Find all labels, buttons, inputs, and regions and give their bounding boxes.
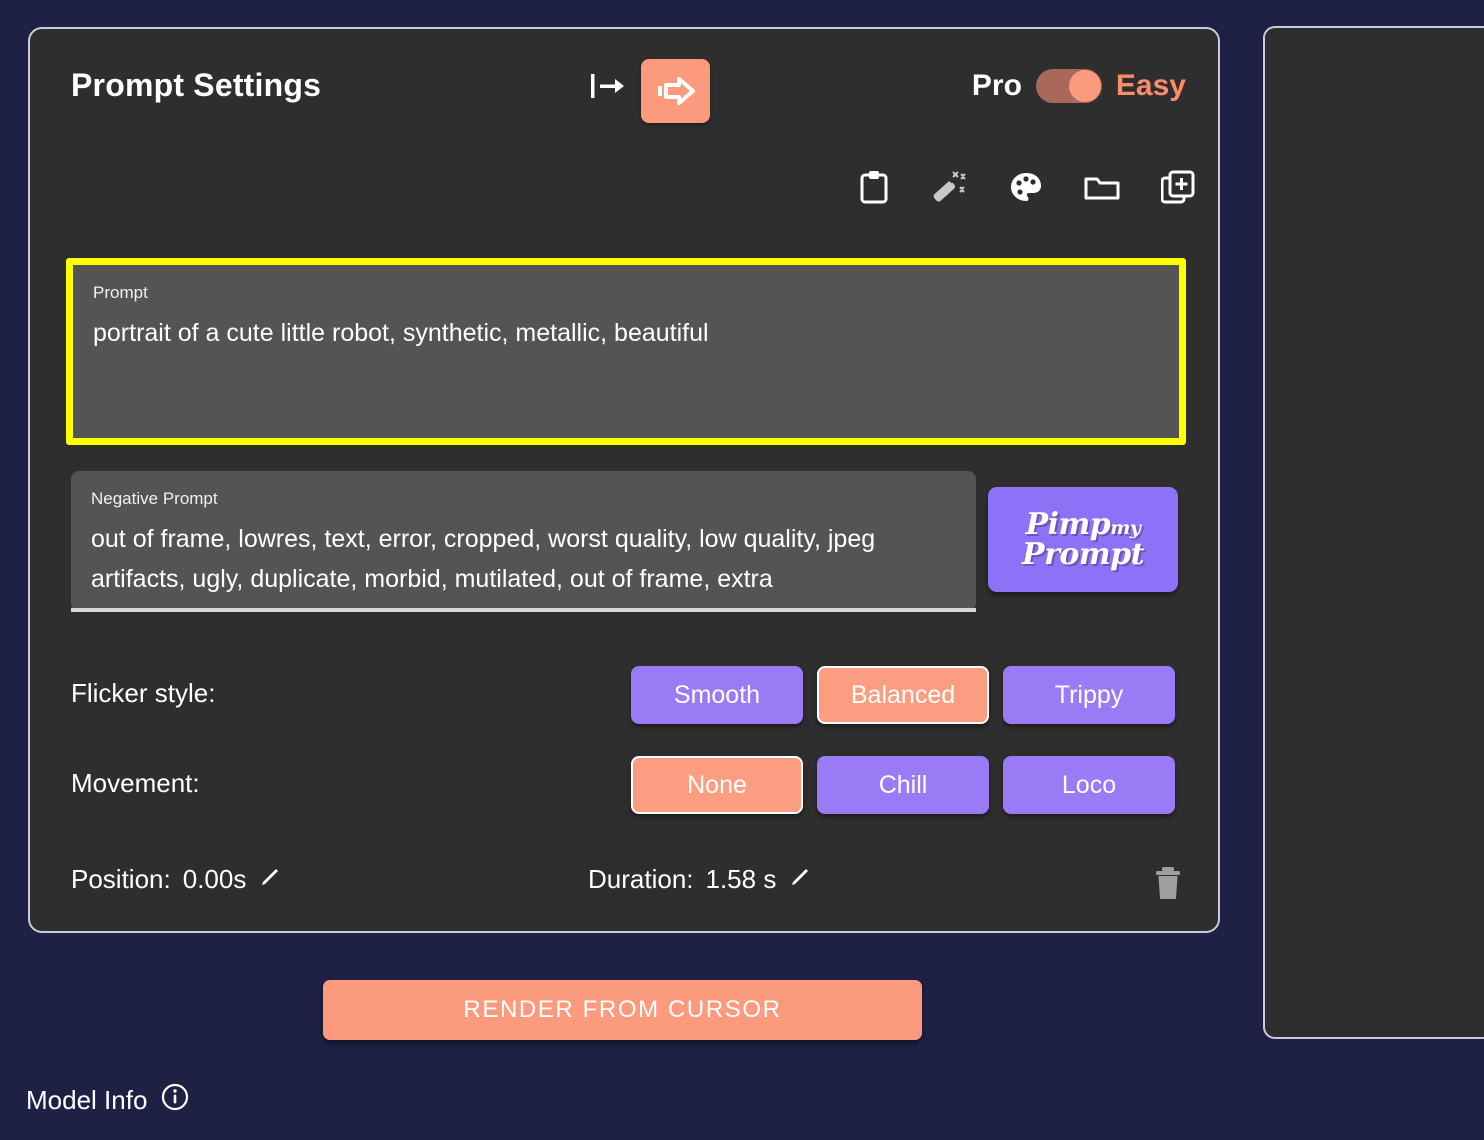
position-edit-icon[interactable] (258, 865, 282, 895)
toggle-knob (1068, 70, 1101, 102)
prompt-settings-panel: Prompt Settings Pro Easy Prompt portrait… (28, 27, 1220, 933)
mode-toggle-switch[interactable] (1035, 69, 1102, 103)
clipboard-icon[interactable] (856, 169, 892, 205)
pimp-small: my (1110, 516, 1141, 539)
duration-edit-icon[interactable] (788, 865, 812, 895)
flicker-style-row: Flicker style: Smooth Balanced Trippy (71, 666, 1191, 726)
position-group: Position: 0.00s (71, 864, 282, 895)
position-value: 0.00s (182, 864, 247, 894)
prompt-label: Prompt (93, 283, 148, 302)
panel-header: Prompt Settings Pro Easy (30, 29, 1218, 149)
render-arrow-button[interactable] (641, 59, 710, 123)
pimp-my-prompt-button[interactable]: Pimpmy Prompt (988, 487, 1178, 592)
position-label: Position: (71, 864, 171, 894)
app-root: Prompt Settings Pro Easy Prompt portrait… (0, 0, 1484, 1140)
flicker-option-smooth[interactable]: Smooth (631, 666, 803, 724)
negative-prompt-input[interactable]: Negative Prompt out of frame, lowres, te… (71, 471, 976, 611)
negative-prompt-label: Negative Prompt (91, 489, 218, 508)
mode-toggle-group[interactable]: Pro Easy (972, 69, 1186, 103)
timing-row: Position: 0.00s Duration: 1.58 s (71, 864, 1191, 908)
movement-row: Movement: None Chill Loco (71, 756, 1191, 816)
flicker-option-balanced[interactable]: Balanced (817, 666, 989, 724)
duration-value: 1.58 s (705, 864, 777, 894)
pimp-my-prompt-label: Pimpmy Prompt (1022, 509, 1144, 572)
folder-icon[interactable] (1084, 169, 1120, 205)
movement-option-chill[interactable]: Chill (817, 756, 989, 814)
mode-pro-label[interactable]: Pro (972, 69, 1022, 103)
negative-prompt-value: out of frame, lowres, text, error, cropp… (91, 525, 876, 593)
mode-easy-label[interactable]: Easy (1116, 69, 1186, 103)
render-from-cursor-button[interactable]: RENDER FROM CURSOR (323, 980, 922, 1040)
page-title: Prompt Settings (71, 67, 322, 103)
flicker-option-trippy[interactable]: Trippy (1003, 666, 1175, 724)
movement-options: None Chill Loco (631, 756, 1175, 814)
duration-group: Duration: 1.58 s (588, 864, 812, 895)
model-info[interactable]: Model Info (26, 1083, 189, 1118)
flicker-style-options: Smooth Balanced Trippy (631, 666, 1175, 724)
movement-option-none[interactable]: None (631, 756, 803, 814)
model-info-label: Model Info (26, 1085, 148, 1115)
flicker-style-label: Flicker style: (71, 678, 216, 708)
preview-side-panel (1263, 26, 1484, 1039)
prompt-value: portrait of a cute little robot, synthet… (93, 319, 709, 347)
movement-label: Movement: (71, 768, 200, 798)
prompt-toolbar (856, 169, 1196, 205)
prompt-input[interactable]: Prompt portrait of a cute little robot, … (73, 265, 1179, 438)
negative-prompt-scrollbar[interactable] (71, 608, 976, 612)
prompt-highlight-border: Prompt portrait of a cute little robot, … (66, 258, 1186, 445)
movement-option-loco[interactable]: Loco (1003, 756, 1175, 814)
palette-icon[interactable] (1008, 169, 1044, 205)
trash-icon[interactable] (1153, 866, 1183, 907)
magic-wand-icon[interactable] (932, 169, 968, 205)
info-circle-icon[interactable] (161, 1083, 189, 1118)
add-layer-icon[interactable] (1160, 169, 1196, 205)
pimp-line2: Prompt (1022, 536, 1144, 572)
indent-arrow-icon[interactable] (586, 62, 630, 110)
duration-label: Duration: (588, 864, 694, 894)
